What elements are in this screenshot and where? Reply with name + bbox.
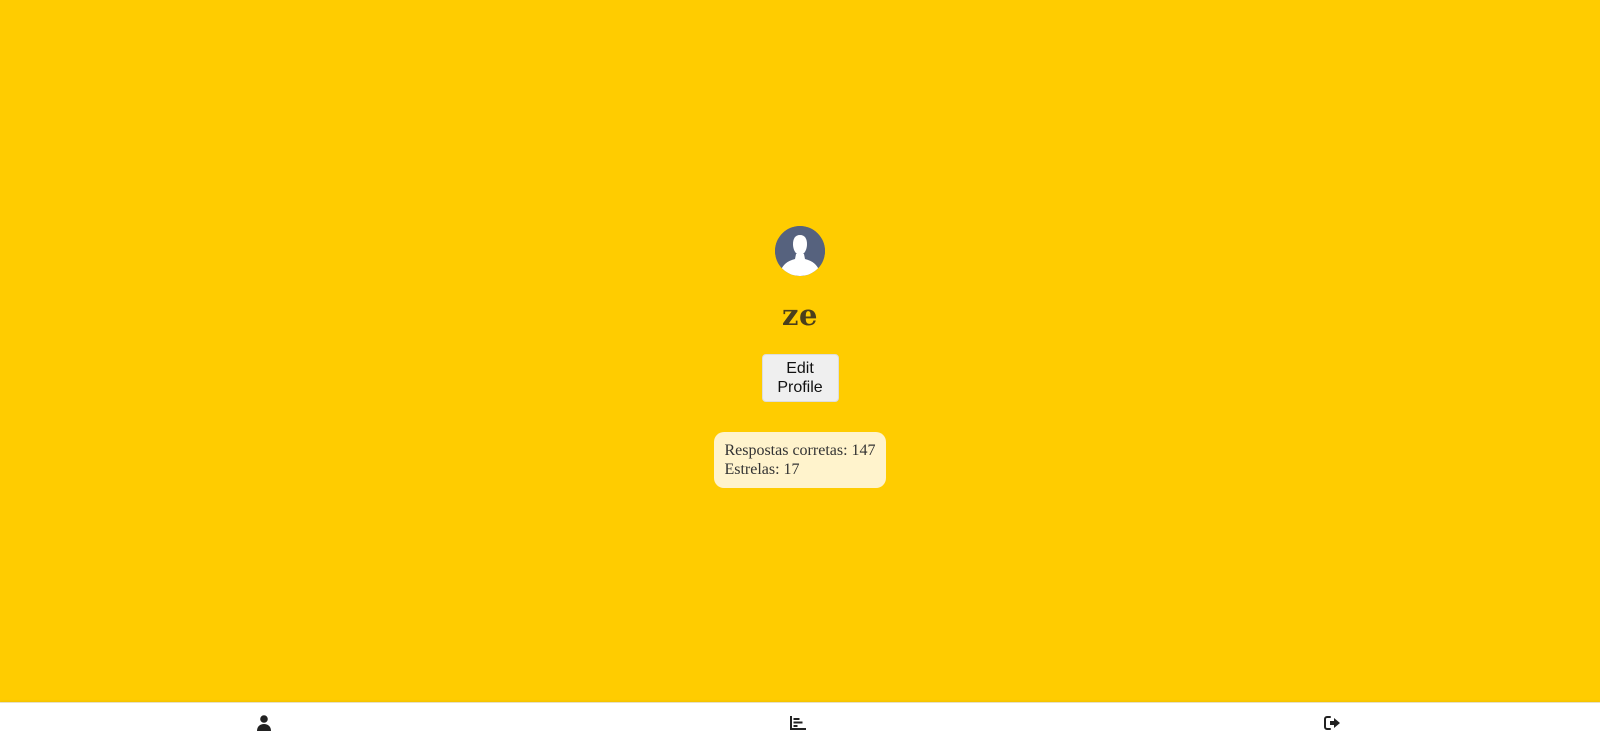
- nav-logout-button[interactable]: [1312, 703, 1352, 742]
- main-content: ze Edit Profile Respostas corretas: 147 …: [0, 0, 1600, 702]
- profile-username: ze: [782, 298, 818, 332]
- stats-card: Respostas corretas: 147 Estrelas: 17: [714, 432, 886, 488]
- chart-bar-icon: [790, 716, 806, 730]
- correct-answers-stat: Respostas corretas: 147: [724, 442, 876, 459]
- bottom-navigation: [0, 702, 1600, 742]
- edit-profile-label: Edit Profile: [777, 359, 822, 397]
- edit-profile-label-line1: Edit: [786, 360, 814, 377]
- user-icon: [257, 715, 271, 731]
- edit-profile-button[interactable]: Edit Profile: [761, 354, 839, 402]
- edit-profile-label-line2: Profile: [777, 379, 823, 396]
- sign-out-icon: [1323, 716, 1341, 730]
- stars-stat: Estrelas: 17: [724, 461, 800, 478]
- nav-profile-button[interactable]: [244, 703, 284, 742]
- profile-section: ze Edit Profile Respostas corretas: 147 …: [0, 226, 1600, 488]
- nav-stats-button[interactable]: [778, 703, 818, 742]
- user-avatar-icon: [775, 226, 825, 276]
